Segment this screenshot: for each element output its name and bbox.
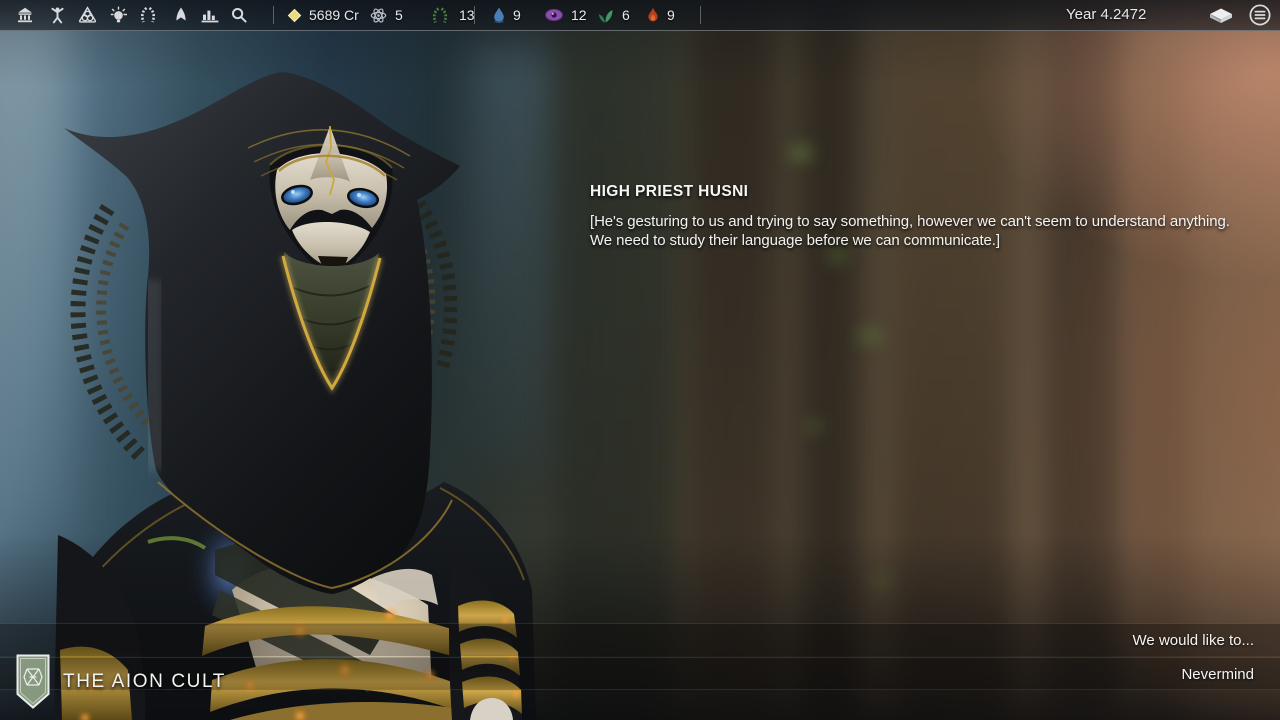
top-bar: 5689 Cr 5 13 9 12 6 9 Year 4.2472 xyxy=(0,0,1280,31)
resource-credits[interactable]: 5689 Cr xyxy=(287,0,359,30)
character-portrait xyxy=(0,30,560,720)
leaf-icon xyxy=(596,7,615,24)
psi-value: 12 xyxy=(571,7,587,23)
eye-icon xyxy=(544,8,564,22)
resource-science[interactable]: 5 xyxy=(369,0,403,30)
resource-water[interactable]: 9 xyxy=(492,0,521,30)
topbar-separator xyxy=(700,6,701,24)
resource-influence[interactable]: 13 xyxy=(428,0,475,30)
droplet-icon xyxy=(492,6,506,24)
faction-banner[interactable]: THE AION CULT xyxy=(16,654,226,710)
faction-emblem-icon xyxy=(16,654,50,710)
atom-icon xyxy=(369,6,388,25)
dialogue-panel: HIGH PRIEST HUSNI [He's gesturing to us … xyxy=(590,183,1254,250)
energy-value: 9 xyxy=(667,7,675,23)
menu-icon[interactable] xyxy=(1248,0,1272,30)
resource-food[interactable]: 6 xyxy=(596,0,630,30)
resource-energy[interactable]: 9 xyxy=(646,0,675,30)
dialogue-speaker-name: HIGH PRIEST HUSNI xyxy=(590,183,1254,201)
topbar-separator xyxy=(474,6,475,24)
idea-icon[interactable] xyxy=(106,0,130,30)
temple-icon[interactable] xyxy=(13,0,37,30)
dialogue-option-we-would-like-to[interactable]: We would like to... xyxy=(0,623,1280,656)
credits-value: 5689 Cr xyxy=(309,7,359,23)
faction-name: THE AION CULT xyxy=(63,671,226,693)
topbar-separator xyxy=(273,6,274,24)
stats-icon[interactable] xyxy=(198,0,222,30)
flame-icon xyxy=(646,6,660,24)
book-icon[interactable] xyxy=(1206,0,1236,30)
resource-psi[interactable]: 12 xyxy=(544,0,587,30)
search-icon[interactable] xyxy=(227,0,251,30)
wreath-icon xyxy=(428,7,452,24)
game-screen: 5689 Cr 5 13 9 12 6 9 Year 4.2472 xyxy=(0,0,1280,720)
dialogue-body-text: [He's gesturing to us and trying to say … xyxy=(590,212,1254,250)
science-value: 5 xyxy=(395,7,403,23)
food-value: 6 xyxy=(622,7,630,23)
ship-icon[interactable] xyxy=(169,0,193,30)
trinity-icon[interactable] xyxy=(75,0,99,30)
influence-value: 13 xyxy=(459,7,475,23)
year-label: Year 4.2472 xyxy=(1066,0,1146,30)
water-value: 9 xyxy=(513,7,521,23)
laurels-icon[interactable] xyxy=(136,0,160,30)
population-icon[interactable] xyxy=(45,0,69,30)
credits-diamond-icon xyxy=(287,8,302,23)
